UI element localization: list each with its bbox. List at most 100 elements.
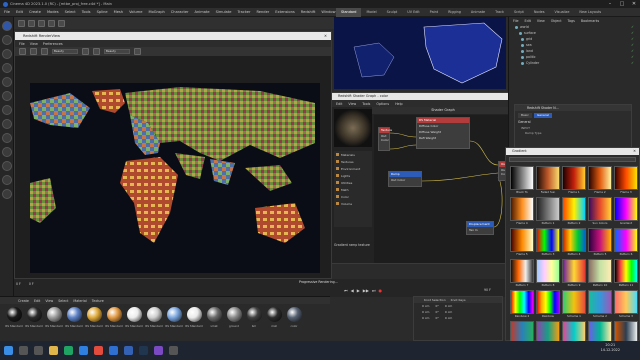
play-icon[interactable]: ▶ <box>357 288 360 293</box>
perspective-viewport[interactable] <box>334 17 506 89</box>
node-rs-material[interactable]: RS Material Diffuse Color Diffuse Weight… <box>416 117 470 149</box>
menu-simulate[interactable]: Simulate <box>216 10 232 14</box>
start-icon[interactable] <box>4 346 13 355</box>
move-tool-icon[interactable] <box>2 21 12 31</box>
material-item[interactable]: ground <box>225 307 243 333</box>
gradient-swatch[interactable]: Flame 3 <box>614 166 638 194</box>
sg-menu-view[interactable]: View <box>348 102 356 106</box>
gradient-swatch[interactable]: Rainbow <box>536 290 560 318</box>
om-menu-bookmarks[interactable]: Bookmarks <box>581 19 599 23</box>
material-item[interactable]: RS Standard <box>165 307 183 333</box>
new-layouts-button[interactable]: New Layouts <box>574 8 606 17</box>
ramp-type-param[interactable]: Ramp Type <box>515 131 631 135</box>
material-item[interactable]: RS Standard <box>85 307 103 333</box>
snap-icon[interactable] <box>2 133 12 143</box>
render-view-close-icon[interactable]: ✕ <box>324 32 331 40</box>
material-item[interactable]: vmat <box>205 307 223 333</box>
category-volume[interactable]: Volume <box>334 200 372 207</box>
layout-standard[interactable]: Standard <box>336 8 362 17</box>
mail-icon[interactable] <box>109 346 118 355</box>
polygons-mode-icon[interactable] <box>2 91 12 101</box>
gradient-swatch[interactable]: Flame 1 <box>562 166 586 194</box>
axis-icon[interactable] <box>2 147 12 157</box>
category-textures[interactable]: Textures <box>334 158 372 165</box>
menu-render[interactable]: Render <box>256 10 269 14</box>
points-mode-icon[interactable] <box>2 63 12 73</box>
model-mode-icon[interactable] <box>2 105 12 115</box>
minimize-button[interactable]: – <box>604 0 616 8</box>
goto-end-icon[interactable]: ⏭ <box>372 288 376 293</box>
snapshot-icon[interactable] <box>41 48 48 55</box>
camera-icon[interactable] <box>28 19 35 27</box>
sg-menu-options[interactable]: Options <box>376 102 389 106</box>
system-clock[interactable]: 20:21 14.12.2022 <box>601 343 620 353</box>
gradient-swatch[interactable]: Gradient <box>614 197 638 225</box>
layout-track[interactable]: Track <box>490 8 509 17</box>
gradient-swatch[interactable]: Rainbow 2 <box>510 290 534 318</box>
node-displacement[interactable]: Displacement Tex In <box>466 221 494 235</box>
gradient-swatch[interactable]: Flame 5 <box>510 228 534 256</box>
category-lights[interactable]: Lights <box>334 172 372 179</box>
aov-dropdown-2[interactable]: Beauty <box>104 49 130 54</box>
menu-tracker[interactable]: Tracker <box>238 10 251 14</box>
edges-mode-icon[interactable] <box>2 77 12 87</box>
gradient-swatch[interactable]: Pattern 10 <box>588 259 612 287</box>
material-item[interactable]: RS Standard <box>105 307 123 333</box>
menu-window[interactable]: Window <box>321 10 335 14</box>
node-graph-canvas[interactable]: RS Material Diffuse Color Diffuse Weight… <box>374 115 514 263</box>
gradient-swatch[interactable]: Black To <box>510 166 534 194</box>
menu-edit[interactable]: Edit <box>16 10 23 14</box>
menu-animate[interactable]: Animate <box>195 10 210 14</box>
explorer-icon[interactable] <box>49 346 58 355</box>
category-math[interactable]: Math <box>334 186 372 193</box>
layout-paint[interactable]: Paint <box>425 8 443 17</box>
layout-animate[interactable]: Animate <box>466 8 490 17</box>
category-color[interactable]: Color <box>334 193 372 200</box>
goto-start-icon[interactable]: ⏮ <box>344 288 348 293</box>
menu-mesh[interactable]: Mesh <box>114 10 123 14</box>
browser-icon[interactable] <box>64 346 73 355</box>
tab-basic[interactable]: Basic <box>518 113 532 118</box>
rotate-tool-icon[interactable] <box>2 49 12 59</box>
gradient-swatch[interactable]: Pattern 1 <box>536 197 560 225</box>
menu-tools[interactable]: Tools <box>82 10 91 14</box>
gradient-swatch[interactable]: Pattern 4 <box>562 228 586 256</box>
app-icon[interactable] <box>169 346 178 355</box>
layout-rigging[interactable]: Rigging <box>443 8 466 17</box>
layout-visualize[interactable]: Visualize <box>549 8 574 17</box>
mm-menu-material[interactable]: Material <box>73 299 86 303</box>
om-menu-object[interactable]: Object <box>551 19 562 23</box>
cinema4d-icon[interactable] <box>124 346 133 355</box>
layout-sculpt[interactable]: Sculpt <box>382 8 403 17</box>
gradient-swatch[interactable]: Sun Colors <box>588 197 612 225</box>
lock-icon[interactable] <box>2 189 12 199</box>
om-menu-view[interactable]: View <box>537 19 545 23</box>
gradient-swatch[interactable]: Pattern 9 <box>562 259 586 287</box>
node-texture[interactable]: Texture Out Color <box>378 127 392 151</box>
workplane-icon[interactable] <box>2 161 12 171</box>
record-icon[interactable]: ● <box>379 288 383 293</box>
category-environment[interactable]: Environment <box>334 165 372 172</box>
gradient-swatch[interactable]: Pattern 7 <box>510 259 534 287</box>
render-canvas[interactable] <box>30 83 320 273</box>
object-row[interactable]: Cylinder ✓ <box>509 60 640 66</box>
view-icon[interactable] <box>18 19 25 27</box>
gradient-swatch[interactable]: Pattern 8 <box>536 259 560 287</box>
category-materials[interactable]: Materials <box>334 151 372 158</box>
filter-icon[interactable] <box>48 19 55 27</box>
taskview-icon[interactable] <box>34 346 43 355</box>
aov-dropdown[interactable]: Beauty <box>52 49 78 54</box>
render-start-icon[interactable] <box>19 48 26 55</box>
menu-spline[interactable]: Spline <box>97 10 108 14</box>
tab-general[interactable]: General <box>533 113 552 118</box>
menu-volume[interactable]: Volume <box>129 10 142 14</box>
menu-modes[interactable]: Modes <box>47 10 59 14</box>
crop-icon[interactable] <box>93 48 100 55</box>
material-item[interactable]: mat <box>265 307 283 333</box>
gradient-search-input[interactable] <box>509 157 636 162</box>
mm-menu-select[interactable]: Select <box>58 299 68 303</box>
scale-tool-icon[interactable] <box>2 35 12 45</box>
gradient-swatch[interactable]: Pattern 2 <box>562 197 586 225</box>
menu-character[interactable]: Character <box>171 10 189 14</box>
edge-icon[interactable] <box>79 346 88 355</box>
